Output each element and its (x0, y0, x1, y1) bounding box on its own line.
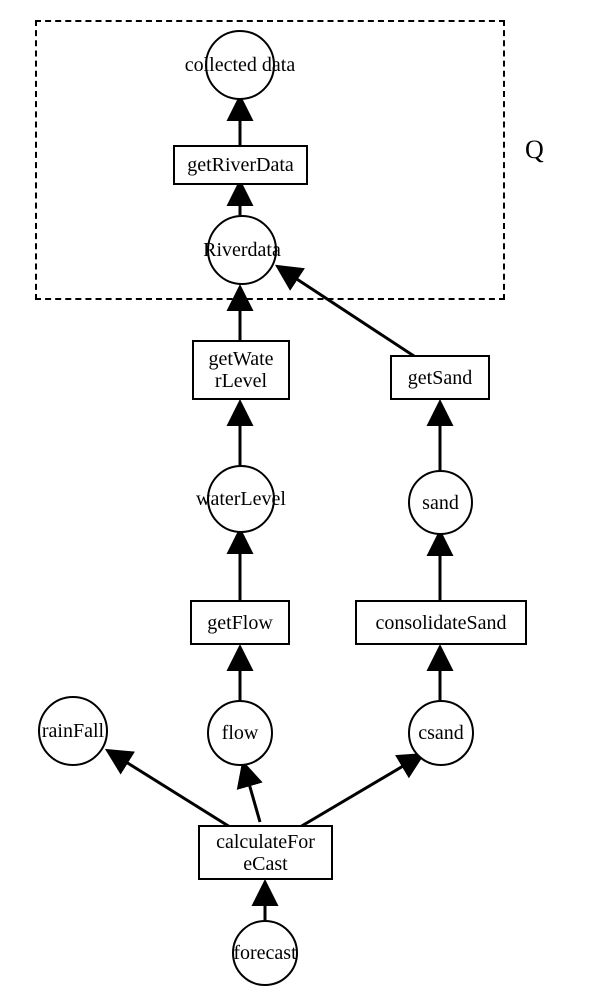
node-consolidate-sand-label: consolidateSand (375, 612, 506, 634)
node-riverdata: Riverdata (207, 215, 277, 285)
node-csand-label: csand (418, 722, 464, 744)
node-rainfall: rainFall (38, 696, 108, 766)
node-collected-data: collected data (205, 30, 275, 100)
node-flow: flow (207, 700, 273, 766)
node-collected-data-label: collected data (170, 54, 310, 76)
region-q-label: Q (525, 135, 544, 165)
node-forecast-label: forecast (220, 942, 310, 964)
node-calculate-forecast-label: calculateFor eCast (216, 831, 315, 875)
node-csand: csand (408, 700, 474, 766)
node-get-sand-label: getSand (408, 367, 472, 389)
node-water-level: waterLevel (207, 465, 275, 533)
node-get-river-data: getRiverData (173, 145, 308, 185)
node-riverdata-label: Riverdata (187, 239, 297, 261)
node-get-flow-label: getFlow (207, 612, 273, 634)
node-get-flow: getFlow (190, 600, 290, 645)
node-calculate-forecast: calculateFor eCast (198, 825, 333, 880)
node-sand-label: sand (422, 492, 459, 514)
node-rainfall-label: rainFall (28, 720, 118, 742)
node-get-sand: getSand (390, 355, 490, 400)
node-get-water-level: getWate rLevel (192, 340, 290, 400)
node-get-water-level-label: getWate rLevel (208, 348, 273, 392)
node-water-level-label: waterLevel (186, 488, 296, 510)
node-forecast: forecast (232, 920, 298, 986)
node-get-river-data-label: getRiverData (187, 154, 294, 176)
node-flow-label: flow (222, 722, 259, 744)
node-sand: sand (408, 470, 473, 535)
node-consolidate-sand: consolidateSand (355, 600, 527, 645)
